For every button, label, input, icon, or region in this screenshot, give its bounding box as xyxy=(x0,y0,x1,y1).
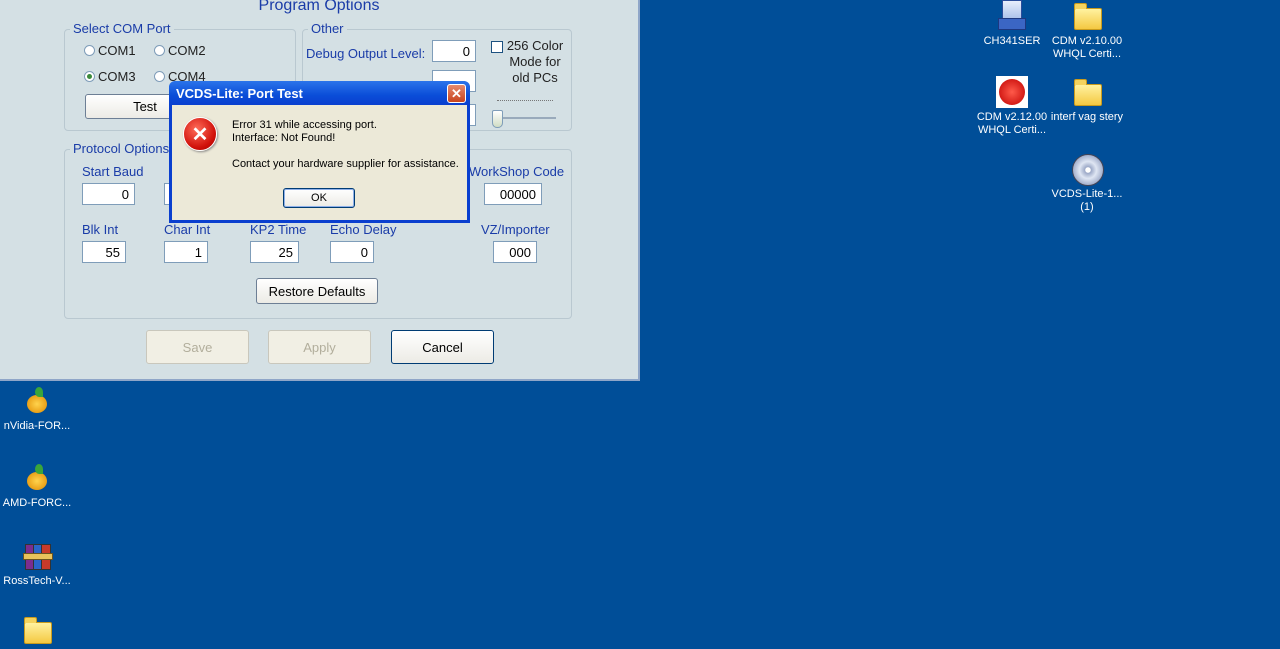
debug-output-label: Debug Output Level: xyxy=(306,46,426,61)
char-int-label: Char Int xyxy=(164,222,211,237)
blk-int-field[interactable]: 55 xyxy=(82,241,126,263)
slider-track xyxy=(494,117,556,119)
importer-label: VZ/Importer xyxy=(481,222,550,237)
dialog-message-line1: Error 31 while accessing port. xyxy=(232,119,377,131)
kp2-time-label: KP2 Time xyxy=(250,222,307,237)
apply-button[interactable]: Apply xyxy=(268,330,371,364)
start-baud-field[interactable]: 0 xyxy=(82,183,135,205)
radio-com1-dot xyxy=(84,45,95,56)
cancel-button[interactable]: Cancel xyxy=(391,330,494,364)
driver-icon xyxy=(21,462,53,494)
start-baud-label: Start Baud xyxy=(82,164,144,179)
desktop-icon-label: nVidia-FOR... xyxy=(3,420,71,432)
workshop-code-label: WorkShop Code xyxy=(469,164,565,179)
dialog-message-line3: Contact your hardware supplier for assis… xyxy=(232,158,459,170)
debug-output-field[interactable]: 0 xyxy=(432,40,476,62)
dialog-title: VCDS-Lite: Port Test xyxy=(169,81,470,105)
desktop-icon-folder-bottom[interactable] xyxy=(0,614,76,649)
desktop-icon-label: AMD-FORC... xyxy=(2,497,72,509)
folder-icon xyxy=(1071,0,1103,32)
desktop-icon-label: VCDS-Lite-1... (1) xyxy=(1051,188,1123,213)
radio-com1[interactable]: COM1 xyxy=(84,43,136,58)
dialog-body: ✕ Error 31 while accessing port. Interfa… xyxy=(172,105,467,220)
restore-defaults-button[interactable]: Restore Defaults xyxy=(256,278,378,304)
dialog-message-line2: Interface: Not Found! xyxy=(232,132,336,144)
driver-icon xyxy=(21,385,53,417)
com-port-group-label: Select COM Port xyxy=(70,22,174,36)
close-icon[interactable]: ✕ xyxy=(447,84,466,103)
protocol-group-label: Protocol Options xyxy=(70,142,173,156)
color-mode-label: 256 Color Mode for old PCs xyxy=(506,38,564,85)
echo-delay-field[interactable]: 0 xyxy=(330,241,374,263)
desktop-icon-cdm-2-10[interactable]: CDM v2.10.00 WHQL Certi... xyxy=(1048,0,1126,61)
desktop-icon-vcds-lite[interactable]: VCDS-Lite-1... (1) xyxy=(1048,153,1126,214)
desktop-icon-ch341ser[interactable]: CH341SER xyxy=(973,0,1051,48)
desktop-icon-label: RossTech-V... xyxy=(3,575,71,587)
desktop-icon-label: CDM v2.10.00 WHQL Certi... xyxy=(1051,35,1123,60)
window-title: Program Options xyxy=(258,0,380,14)
desktop-icon-nvidia[interactable]: nVidia-FOR... xyxy=(0,385,76,433)
slider-ticks xyxy=(497,100,553,105)
installer-icon xyxy=(996,0,1028,32)
radio-com3[interactable]: COM3 xyxy=(84,69,136,84)
echo-delay-label: Echo Delay xyxy=(330,222,397,237)
port-test-dialog: VCDS-Lite: Port Test ✕ ✕ Error 31 while … xyxy=(169,81,470,223)
blk-int-label: Blk Int xyxy=(82,222,119,237)
radio-com1-label: COM1 xyxy=(98,43,136,58)
importer-field[interactable]: 000 xyxy=(493,241,537,263)
other-group-label: Other xyxy=(308,22,347,36)
desktop-icon-rosstech[interactable]: RossTech-V... xyxy=(0,540,76,588)
radio-com2-label: COM2 xyxy=(168,43,206,58)
char-int-field[interactable]: 1 xyxy=(164,241,208,263)
desktop-icon-amd[interactable]: AMD-FORC... xyxy=(0,462,76,510)
desktop-icon-label: CH341SER xyxy=(983,35,1041,47)
error-icon: ✕ xyxy=(183,117,217,151)
slider-thumb[interactable] xyxy=(492,110,503,128)
radio-com3-label: COM3 xyxy=(98,69,136,84)
archive-icon xyxy=(21,540,53,572)
disc-icon xyxy=(1071,153,1104,186)
folder-icon xyxy=(21,614,53,646)
desktop-icon-label: CDM v2.12.00 WHQL Certi... xyxy=(976,111,1048,136)
folder-icon xyxy=(1071,76,1103,108)
workshop-code-field[interactable]: 00000 xyxy=(484,183,542,205)
ok-button[interactable]: OK xyxy=(283,188,355,208)
save-button[interactable]: Save xyxy=(146,330,249,364)
desktop-icon-interf-vag[interactable]: interf vag stery xyxy=(1048,76,1126,124)
desktop-icon-cdm-2-12[interactable]: CDM v2.12.00 WHQL Certi... xyxy=(973,76,1051,137)
desktop-icon-label: interf vag stery xyxy=(1050,111,1124,123)
kp2-time-field[interactable]: 25 xyxy=(250,241,299,263)
radio-com4-dot xyxy=(154,71,165,82)
ftdi-icon xyxy=(996,76,1028,108)
radio-com2[interactable]: COM2 xyxy=(154,43,206,58)
radio-com2-dot xyxy=(154,45,165,56)
radio-com3-dot xyxy=(84,71,95,82)
